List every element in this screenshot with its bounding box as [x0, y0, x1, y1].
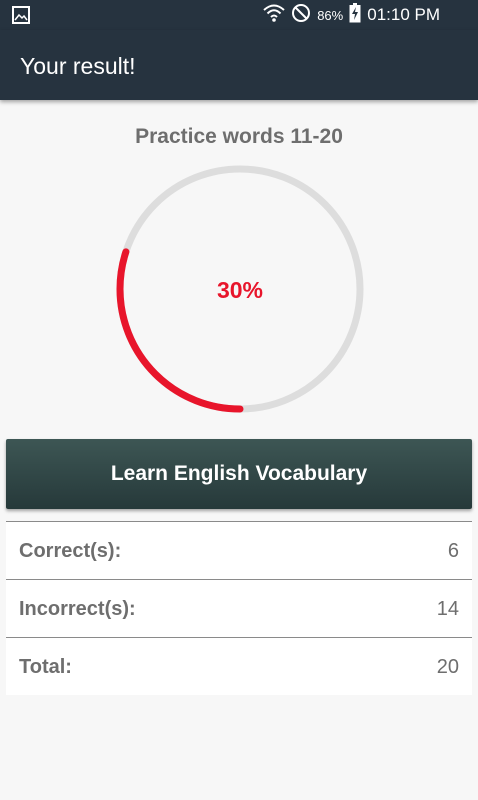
- stats-row-incorrect: Incorrect(s): 14: [6, 580, 472, 638]
- status-bar: 86% 01:10 PM: [0, 0, 478, 30]
- correct-value: 6: [447, 540, 459, 562]
- gallery-icon: [12, 6, 30, 24]
- stats-row-correct: Correct(s): 6: [6, 522, 472, 580]
- total-label: Total:: [19, 656, 72, 678]
- stats-row-total: Total: 20: [6, 638, 472, 695]
- incorrect-value: 14: [436, 598, 459, 620]
- status-icons: 86% 01:10 PM: [263, 2, 440, 28]
- practice-title: Practice words 11-20: [135, 125, 343, 148]
- learn-english-vocabulary-button[interactable]: Learn English Vocabulary: [6, 439, 472, 509]
- total-value: 20: [436, 656, 459, 678]
- incorrect-label: Incorrect(s):: [19, 598, 136, 620]
- score-percent: 30%: [216, 277, 264, 303]
- battery-percent: 86%: [317, 7, 344, 23]
- correct-label: Correct(s):: [19, 540, 122, 562]
- status-time: 01:10 PM: [367, 5, 440, 24]
- do-not-disturb-icon: [291, 3, 311, 28]
- stats-table: Correct(s): 6 Incorrect(s): 14 Total: 20: [6, 521, 472, 695]
- app-bar: Your result!: [0, 30, 478, 100]
- battery-charging-icon: [349, 2, 361, 28]
- wifi-icon: [263, 3, 285, 28]
- app-bar-title: Your result!: [20, 53, 136, 79]
